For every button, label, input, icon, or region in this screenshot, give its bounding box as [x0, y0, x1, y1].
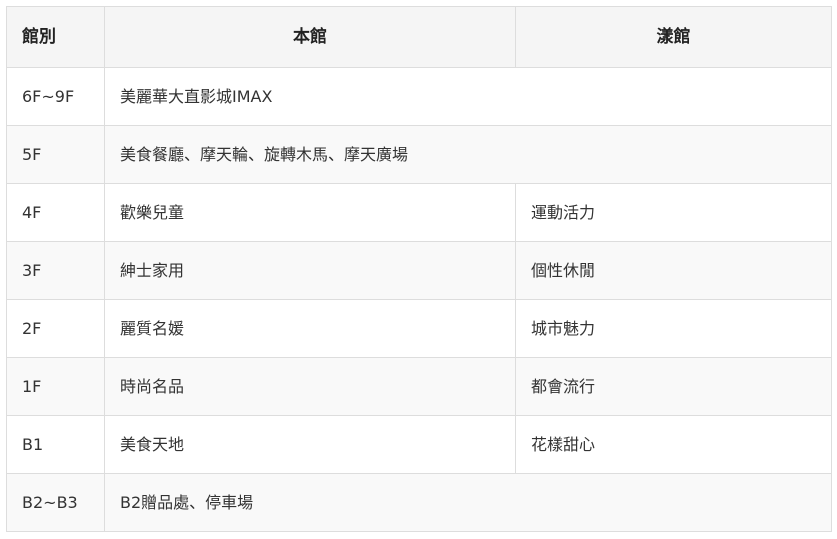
annex-building-cell: 城市魅力 — [515, 299, 832, 358]
floor-cell: 5F — [6, 125, 105, 184]
main-building-cell: B2贈品處、停車場 — [104, 473, 832, 532]
annex-building-cell: 運動活力 — [515, 183, 832, 242]
table-row: 1F 時尚名品 都會流行 — [6, 357, 832, 416]
header-annex-building: 漾館 — [515, 6, 832, 68]
table-row: 2F 麗質名媛 城市魅力 — [6, 299, 832, 358]
floor-cell: 6F~9F — [6, 67, 105, 126]
table-row: B2~B3 B2贈品處、停車場 — [6, 473, 832, 532]
main-building-cell: 麗質名媛 — [104, 299, 516, 358]
table-row: 3F 紳士家用 個性休閒 — [6, 241, 832, 300]
floor-cell: 3F — [6, 241, 105, 300]
table-row: 6F~9F 美麗華大直影城IMAX — [6, 67, 832, 126]
annex-building-cell: 花樣甜心 — [515, 415, 832, 474]
main-building-cell: 美食餐廳、摩天輪、旋轉木馬、摩天廣場 — [104, 125, 832, 184]
floor-table: 館別 本館 漾館 6F~9F 美麗華大直影城IMAX 5F 美食餐廳、摩天輪、旋… — [6, 6, 832, 532]
main-building-cell: 歡樂兒童 — [104, 183, 516, 242]
floor-cell: 4F — [6, 183, 105, 242]
table-header-row: 館別 本館 漾館 — [6, 6, 832, 68]
header-building: 館別 — [6, 6, 105, 68]
table-row: 4F 歡樂兒童 運動活力 — [6, 183, 832, 242]
header-main-building: 本館 — [104, 6, 516, 68]
floor-directory: 館別 本館 漾館 6F~9F 美麗華大直影城IMAX 5F 美食餐廳、摩天輪、旋… — [6, 6, 832, 532]
floor-cell: B1 — [6, 415, 105, 474]
floor-cell: B2~B3 — [6, 473, 105, 532]
table-row: B1 美食天地 花樣甜心 — [6, 415, 832, 474]
floor-cell: 2F — [6, 299, 105, 358]
main-building-cell: 時尚名品 — [104, 357, 516, 416]
floor-cell: 1F — [6, 357, 105, 416]
table-row: 5F 美食餐廳、摩天輪、旋轉木馬、摩天廣場 — [6, 125, 832, 184]
main-building-cell: 美麗華大直影城IMAX — [104, 67, 832, 126]
annex-building-cell: 都會流行 — [515, 357, 832, 416]
main-building-cell: 紳士家用 — [104, 241, 516, 300]
main-building-cell: 美食天地 — [104, 415, 516, 474]
annex-building-cell: 個性休閒 — [515, 241, 832, 300]
